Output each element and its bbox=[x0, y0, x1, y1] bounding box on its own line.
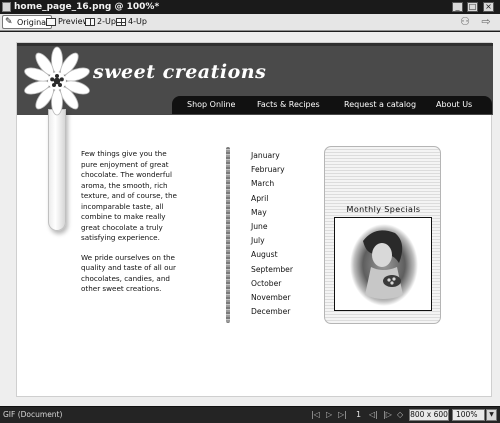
export-icon[interactable]: ⇨ bbox=[479, 16, 493, 28]
pencil-icon: ✎ bbox=[5, 17, 13, 27]
preview-icon bbox=[46, 18, 56, 26]
brand-logo-text: sweet creations bbox=[93, 61, 267, 83]
intro-paragraph: Few things give you the pure enjoyment o… bbox=[81, 149, 177, 242]
four-up-icon bbox=[116, 18, 126, 26]
candy-stick bbox=[48, 109, 66, 231]
month-link-january[interactable]: January bbox=[251, 149, 293, 163]
woman-with-chocolates-photo bbox=[350, 224, 418, 306]
zoom-select[interactable]: 100% bbox=[452, 409, 485, 421]
month-link-august[interactable]: August bbox=[251, 248, 293, 262]
document-canvas: sweet creations Shop Online Facts & Reci… bbox=[0, 32, 500, 406]
first-frame-button[interactable]: |◁ bbox=[311, 410, 320, 420]
nav-about-us[interactable]: About Us bbox=[436, 96, 472, 114]
tab-label: 4-Up bbox=[128, 17, 147, 26]
month-link-december[interactable]: December bbox=[251, 305, 293, 319]
window-titlebar: home_page_16.png @ 100%* _ □ × bbox=[0, 0, 500, 14]
month-link-june[interactable]: June bbox=[251, 220, 293, 234]
month-link-july[interactable]: July bbox=[251, 234, 293, 248]
play-button[interactable]: ▷ bbox=[326, 410, 332, 420]
month-link-october[interactable]: October bbox=[251, 277, 293, 291]
page-mockup: sweet creations Shop Online Facts & Reci… bbox=[16, 42, 493, 397]
nav-request-catalog[interactable]: Request a catalog bbox=[344, 96, 416, 114]
nav-bar: Shop Online Facts & Recipes Request a ca… bbox=[172, 96, 492, 114]
document-type: GIF (Document) bbox=[3, 410, 63, 419]
tab-2-up[interactable]: 2-Up bbox=[83, 15, 116, 29]
month-link-may[interactable]: May bbox=[251, 206, 293, 220]
next-frame-button[interactable]: |▷ bbox=[383, 410, 392, 420]
specials-heading: Monthly Specials bbox=[346, 205, 421, 214]
minimize-button[interactable]: _ bbox=[452, 2, 463, 12]
month-link-september[interactable]: September bbox=[251, 263, 293, 277]
month-link-march[interactable]: March bbox=[251, 177, 293, 191]
two-up-icon bbox=[85, 18, 95, 26]
window-title: home_page_16.png @ 100%* bbox=[14, 2, 160, 12]
nav-shop-online[interactable]: Shop Online bbox=[187, 96, 235, 114]
close-button[interactable]: × bbox=[483, 2, 494, 12]
prev-frame-button[interactable]: ◁| bbox=[369, 410, 378, 420]
maximize-button[interactable]: □ bbox=[467, 2, 478, 12]
month-list: January February March April May June Ju… bbox=[251, 149, 293, 319]
monthly-specials-panel: Monthly Specials bbox=[324, 146, 441, 324]
month-link-november[interactable]: November bbox=[251, 291, 293, 305]
people-icon[interactable]: ⚇ bbox=[458, 16, 472, 28]
loop-icon[interactable]: ◇ bbox=[397, 410, 403, 420]
view-toolbar: ✎ Original Preview 2-Up 4-Up ⚇ ⇨ bbox=[0, 14, 500, 31]
status-bar: GIF (Document) |◁ ▷ ▷| 1 ◁| |▷ ◇ 800 x 6… bbox=[0, 406, 500, 423]
month-link-february[interactable]: February bbox=[251, 163, 293, 177]
last-frame-button[interactable]: ▷| bbox=[338, 410, 347, 420]
intro-paragraph: We pride ourselves on the quality and ta… bbox=[81, 252, 176, 294]
canvas-size: 800 x 600 bbox=[409, 409, 449, 421]
document-icon bbox=[2, 2, 11, 12]
column-divider bbox=[226, 147, 230, 323]
current-frame: 1 bbox=[356, 410, 362, 419]
intro-text: Few things give you the pure enjoyment o… bbox=[81, 149, 181, 304]
nav-facts-recipes[interactable]: Facts & Recipes bbox=[257, 96, 320, 114]
chevron-down-icon[interactable]: ▼ bbox=[486, 409, 497, 421]
tab-4-up[interactable]: 4-Up bbox=[114, 15, 147, 29]
month-link-april[interactable]: April bbox=[251, 192, 293, 206]
special-photo-frame bbox=[334, 217, 432, 311]
flower-icon bbox=[24, 46, 90, 116]
